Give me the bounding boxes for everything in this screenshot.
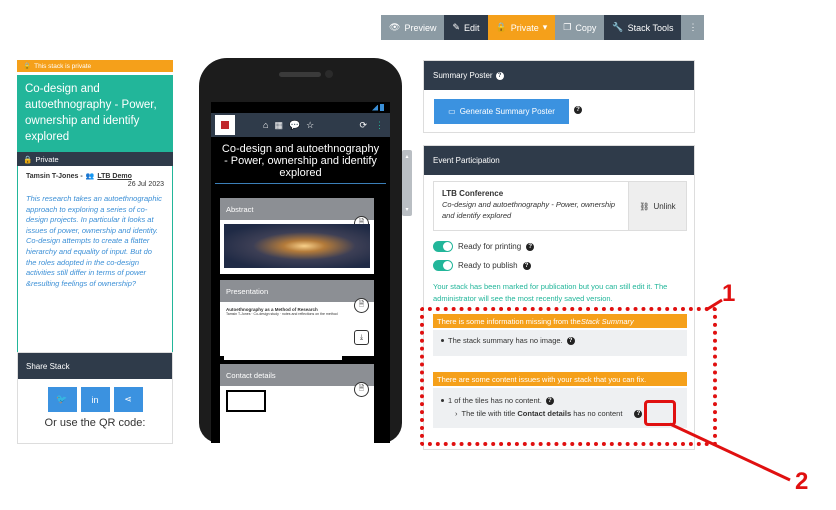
stack-title: Co-design and autoethnography - Power, o… xyxy=(17,75,173,152)
tile-presentation[interactable]: Presentation 🗎 Autoethnography as a Meth… xyxy=(220,280,374,360)
comments-icon[interactable]: 💬 xyxy=(289,120,300,131)
refresh-icon[interactable]: ⟳ xyxy=(359,120,367,131)
edit-button[interactable]: ✎ Edit xyxy=(444,15,488,40)
document-icon[interactable]: 🗎 xyxy=(354,298,369,313)
conference-name: LTB Conference xyxy=(442,189,504,198)
help-icon[interactable]: ? xyxy=(495,71,504,80)
kebab-icon[interactable]: ⋮ xyxy=(375,120,384,131)
chevron-up-icon: ▴ xyxy=(405,154,409,160)
help-icon[interactable]: ? xyxy=(526,242,535,251)
stack-info: Tamsin T-Jones - 👥 LTB Demo 26 Jul 2023 … xyxy=(17,166,173,354)
grid-icon[interactable]: ▦ xyxy=(274,120,283,131)
more-options-button[interactable]: ⋮ xyxy=(681,15,705,40)
share-stack-title: Share Stack xyxy=(18,353,172,379)
linkedin-icon: in xyxy=(91,394,99,405)
ready-publish-toggle[interactable] xyxy=(433,260,453,271)
linkedin-share-button[interactable]: in xyxy=(80,387,110,412)
preview-button[interactable]: 👁 Preview xyxy=(381,15,445,40)
phone-preview: ⌂ ▦ 💬 ☆ ⟳ ⋮ Co-design and autoethnograph… xyxy=(199,58,402,443)
qr-code-label: Or use the QR code: xyxy=(44,417,146,429)
tile-abstract[interactable]: Abstract 🗎 xyxy=(220,198,374,274)
unlink-icon: ⛓ xyxy=(639,201,650,211)
help-icon[interactable]: ? xyxy=(522,261,531,270)
publish-message: Your stack has been marked for publicati… xyxy=(433,282,668,303)
phone-screen: ⌂ ▦ 💬 ☆ ⟳ ⋮ Co-design and autoethnograph… xyxy=(211,102,390,443)
phone-camera xyxy=(325,70,333,78)
private-dropdown[interactable]: 🔒 Private ▾ xyxy=(487,15,556,40)
kebab-icon: ⋮ xyxy=(688,22,698,32)
private-banner: 🔒 This stack is private xyxy=(17,60,173,72)
poster-icon: ▭ xyxy=(448,107,456,116)
tile-contact-details[interactable]: Contact details 🗎 xyxy=(220,364,374,443)
lock-icon: 🔒 xyxy=(495,22,507,32)
phone-speaker xyxy=(279,72,321,77)
ready-publish-row: Ready to publish ? xyxy=(433,260,531,271)
tile-title: Presentation xyxy=(220,280,374,302)
lightbulb-image xyxy=(224,224,370,268)
phone-stack-title: Co-design and autoethnography - Power, o… xyxy=(215,137,386,184)
document-icon[interactable]: 🗎 xyxy=(354,382,369,397)
ready-printing-row: Ready for printing ? xyxy=(433,241,535,252)
twitter-share-button[interactable]: 🐦 xyxy=(47,387,77,412)
author-row: Tamsin T-Jones - 👥 LTB Demo xyxy=(26,172,164,181)
unlink-button[interactable]: ⛓ Unlink xyxy=(628,182,686,230)
phone-scroll-handle[interactable]: ▴ ▾ xyxy=(402,150,412,216)
lock-icon: 🔒 xyxy=(23,63,32,70)
presentation-thumbnail: Autoethnography as a Method of Research … xyxy=(224,306,342,360)
home-icon[interactable]: ⌂ xyxy=(263,120,268,131)
lock-icon: 🔒 xyxy=(23,154,33,164)
download-icon[interactable]: ⤓ xyxy=(354,330,369,345)
share-link-button[interactable]: ⋖ xyxy=(113,387,143,412)
app-header: ⌂ ▦ 💬 ☆ ⟳ ⋮ xyxy=(211,113,390,137)
stack-date: 26 Jul 2023 xyxy=(127,181,164,188)
stack-toolbar: 👁 Preview ✎ Edit 🔒 Private ▾ ❐ Copy 🔧 Stack To… xyxy=(381,15,705,40)
wrench-icon: 🔧 xyxy=(612,22,624,32)
annotation-box-2 xyxy=(644,400,676,426)
twitter-icon: 🐦 xyxy=(56,394,68,404)
copy-icon: ❐ xyxy=(563,22,572,32)
annotation-label-1: 1 xyxy=(722,280,736,307)
share-icon: ⋖ xyxy=(124,394,132,404)
summary-poster-card: Summary Poster? ▭ Generate Summary Poster… xyxy=(423,60,695,133)
group-link[interactable]: LTB Demo xyxy=(97,173,131,180)
ready-printing-toggle[interactable] xyxy=(433,241,453,252)
tile-title: Contact details xyxy=(220,364,374,386)
app-logo[interactable] xyxy=(215,115,235,135)
copy-button[interactable]: ❐ Copy xyxy=(555,15,605,40)
battery-icon xyxy=(380,104,384,111)
summary-poster-header: Summary Poster? xyxy=(424,61,694,90)
signal-icon xyxy=(372,104,378,111)
tile-title: Abstract xyxy=(220,198,374,220)
event-participation-header: Event Participation xyxy=(424,146,694,175)
caret-down-icon: ▾ xyxy=(542,22,548,32)
annotation-label-2: 2 xyxy=(795,468,809,495)
stack-description: This research takes an autoethnographic … xyxy=(26,194,162,288)
event-stack-name: Co-design and autoethnography - Power, o… xyxy=(442,200,616,220)
stack-summary: 🔒 This stack is private Co-design and aut… xyxy=(17,60,173,354)
star-icon[interactable]: ☆ xyxy=(306,120,314,131)
author-name: Tamsin T-Jones - xyxy=(26,172,83,180)
edit-icon: ✎ xyxy=(452,22,460,32)
chevron-down-icon: ▾ xyxy=(405,207,409,213)
envelope-icon xyxy=(226,390,266,412)
share-stack-card: Share Stack 🐦 in ⋖ Or use the QR code: xyxy=(17,352,173,444)
generate-summary-poster-button[interactable]: ▭ Generate Summary Poster xyxy=(434,99,569,124)
event-entry: LTB Conference Co-design and autoethnogr… xyxy=(433,181,687,231)
stack-tools-button[interactable]: 🔧 Stack Tools xyxy=(604,15,682,40)
help-icon[interactable]: ? xyxy=(574,106,582,114)
phone-statusbar xyxy=(211,102,390,113)
eye-icon: 👁 xyxy=(389,22,401,32)
private-status-bar: 🔒 Private xyxy=(17,152,173,166)
group-icon: 👥 xyxy=(85,173,95,180)
